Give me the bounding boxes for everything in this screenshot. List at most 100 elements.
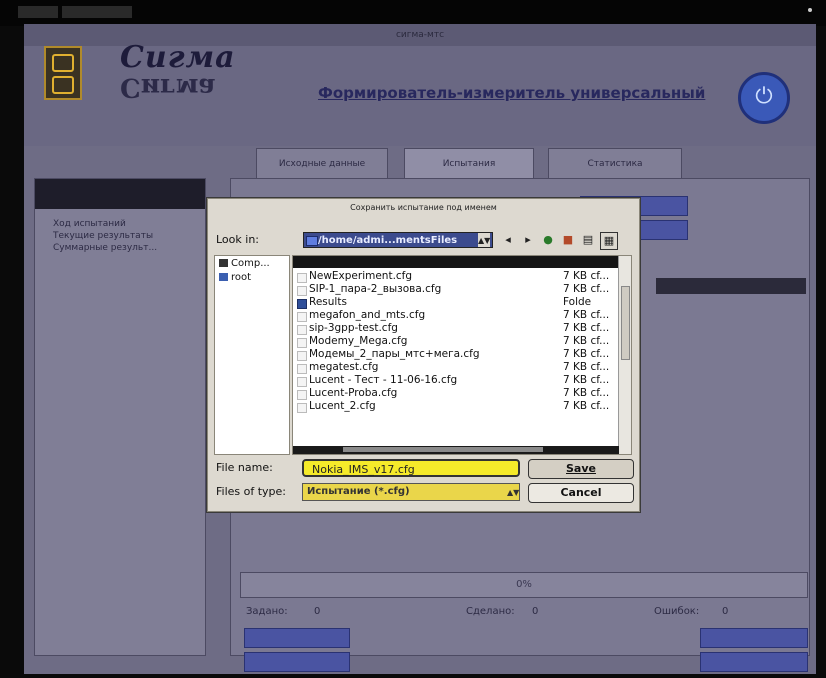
- vertical-scrollbar[interactable]: [618, 256, 631, 454]
- file-list: NewExperiment.cfg 7 KB cf... SIP-1_пара-2…: [292, 255, 632, 455]
- file-size: 7 KB cf...: [563, 361, 610, 373]
- back-icon[interactable]: ◂: [500, 232, 516, 248]
- file-icon: [297, 312, 307, 322]
- file-row[interactable]: Lucent - Тест - 11-06-16.cfg 7 KB cf...: [293, 374, 619, 387]
- extra-button[interactable]: [700, 652, 808, 672]
- path-value: /home/admi...mentsFiles: [318, 235, 458, 246]
- file-size: 7 KB cf...: [563, 400, 610, 412]
- scroll-thumb[interactable]: [621, 286, 630, 360]
- file-row[interactable]: SIP-1_пара-2_вызова.cfg 7 KB cf...: [293, 283, 619, 296]
- file-name: Modemy_Mega.cfg: [309, 335, 408, 347]
- tab-tests[interactable]: Испытания: [404, 148, 534, 180]
- file-name: megatest.cfg: [309, 361, 379, 373]
- file-name: sip-3gpp-test.cfg: [309, 322, 398, 334]
- sidebar-item-computer[interactable]: Comp...: [219, 258, 270, 269]
- new-folder-icon[interactable]: ■: [560, 232, 576, 248]
- errors-label: Ошибок:: [654, 606, 700, 617]
- look-in-label: Look in:: [216, 233, 259, 246]
- chevron-down-icon: ▲▼: [507, 488, 520, 497]
- file-icon: [297, 390, 307, 400]
- left-item-progress[interactable]: Ход испытаний: [53, 219, 126, 229]
- left-item-current[interactable]: Текущие результаты: [53, 231, 153, 241]
- tab-source-data[interactable]: Исходные данные: [256, 148, 388, 180]
- stop-button[interactable]: [244, 652, 350, 672]
- file-icon: [297, 286, 307, 296]
- top-bar-dot: [808, 8, 812, 12]
- file-name: Lucent-Proba.cfg: [309, 387, 398, 399]
- set-label: Задано:: [246, 606, 288, 617]
- file-type-label: Files of type:: [216, 485, 287, 498]
- done-label: Сделано:: [466, 606, 515, 617]
- save-results-button[interactable]: [700, 628, 808, 648]
- file-size: 7 KB cf...: [563, 309, 610, 321]
- tab-statistics[interactable]: Статистика: [548, 148, 682, 180]
- logo-text: Сигма: [120, 40, 236, 75]
- logo-icon: [44, 46, 82, 100]
- file-type-select[interactable]: Испытание (*.cfg) ▲▼: [302, 483, 520, 501]
- errors-value: 0: [722, 606, 729, 617]
- file-name: NewExperiment.cfg: [309, 270, 413, 282]
- file-row[interactable]: megatest.cfg 7 KB cf...: [293, 361, 619, 374]
- start-button[interactable]: [244, 628, 350, 648]
- folder-icon: [297, 299, 307, 309]
- folder-row[interactable]: Results Folde: [293, 296, 619, 309]
- file-name: Модемы_2_пары_мтс+мега.cfg: [309, 348, 480, 360]
- file-row[interactable]: Lucent_2.cfg 7 KB cf...: [293, 400, 619, 413]
- file-row[interactable]: Lucent-Proba.cfg 7 KB cf...: [293, 387, 619, 400]
- file-size: 7 KB cf...: [563, 270, 610, 282]
- left-panel-header: [35, 179, 205, 209]
- scroll-thumb[interactable]: [343, 447, 543, 452]
- save-dialog: Сохранить испытание под именем Look in: …: [207, 198, 640, 512]
- file-name: Lucent - Тест - 11-06-16.cfg: [309, 374, 458, 386]
- cancel-button[interactable]: Cancel: [528, 483, 634, 503]
- file-size: 7 KB cf...: [563, 335, 610, 347]
- main-dark-strip: [656, 278, 806, 294]
- progress-bar: 0%: [240, 572, 808, 598]
- set-value: 0: [314, 606, 321, 617]
- done-value: 0: [532, 606, 539, 617]
- file-size: 7 KB cf...: [563, 283, 610, 295]
- file-size: 7 KB cf...: [563, 387, 610, 399]
- file-row[interactable]: Modemy_Mega.cfg 7 KB cf...: [293, 335, 619, 348]
- top-bar-block: [18, 6, 58, 18]
- save-button[interactable]: Save: [528, 459, 634, 479]
- file-row[interactable]: Модемы_2_пары_мтс+мега.cfg 7 KB cf...: [293, 348, 619, 361]
- file-icon: [297, 351, 307, 361]
- left-panel: Ход испытаний Текущие результаты Суммарн…: [34, 178, 206, 656]
- top-bar-block: [62, 6, 132, 18]
- file-row[interactable]: megafon_and_mts.cfg 7 KB cf...: [293, 309, 619, 322]
- forward-icon[interactable]: ▸: [520, 232, 536, 248]
- file-name: SIP-1_пара-2_вызова.cfg: [309, 283, 442, 295]
- sidebar-item-label: Comp...: [231, 258, 270, 269]
- power-icon[interactable]: ⏻: [738, 72, 790, 124]
- list-view-icon[interactable]: ▤: [580, 232, 596, 248]
- computer-icon: [219, 259, 228, 267]
- path-combo[interactable]: /home/admi...mentsFiles ▲▼: [303, 232, 493, 248]
- file-row[interactable]: NewExperiment.cfg 7 KB cf...: [293, 270, 619, 283]
- file-name-input[interactable]: Nokia_IMS_v17.cfg: [302, 459, 520, 477]
- file-row[interactable]: sip-3gpp-test.cfg 7 KB cf...: [293, 322, 619, 335]
- file-icon: [297, 325, 307, 335]
- dialog-title: Сохранить испытание под именем: [350, 203, 497, 212]
- detail-view-icon[interactable]: ▦: [600, 232, 618, 250]
- file-list-header: [293, 256, 619, 268]
- file-icon: [297, 377, 307, 387]
- file-name: Results: [309, 296, 347, 308]
- file-icon: [297, 273, 307, 283]
- up-folder-icon[interactable]: ●: [540, 232, 556, 248]
- horizontal-scrollbar[interactable]: [293, 446, 619, 454]
- file-size: 7 KB cf...: [563, 348, 610, 360]
- sidebar-item-root[interactable]: root: [219, 272, 251, 283]
- folder-icon: [306, 236, 318, 246]
- places-sidebar: Comp... root: [214, 255, 290, 455]
- left-item-summary[interactable]: Суммарные результ...: [53, 243, 157, 253]
- screen-top-bar: [0, 0, 826, 26]
- file-name: Lucent_2.cfg: [309, 400, 376, 412]
- folder-icon: [219, 273, 228, 281]
- file-icon: [297, 338, 307, 348]
- chevron-down-icon: ▲▼: [478, 233, 490, 247]
- app-title: Формирователь-измеритель универсальный: [318, 84, 706, 102]
- logo-reflection: Сигма: [120, 72, 216, 102]
- file-icon: [297, 364, 307, 374]
- file-name-label: File name:: [216, 461, 273, 474]
